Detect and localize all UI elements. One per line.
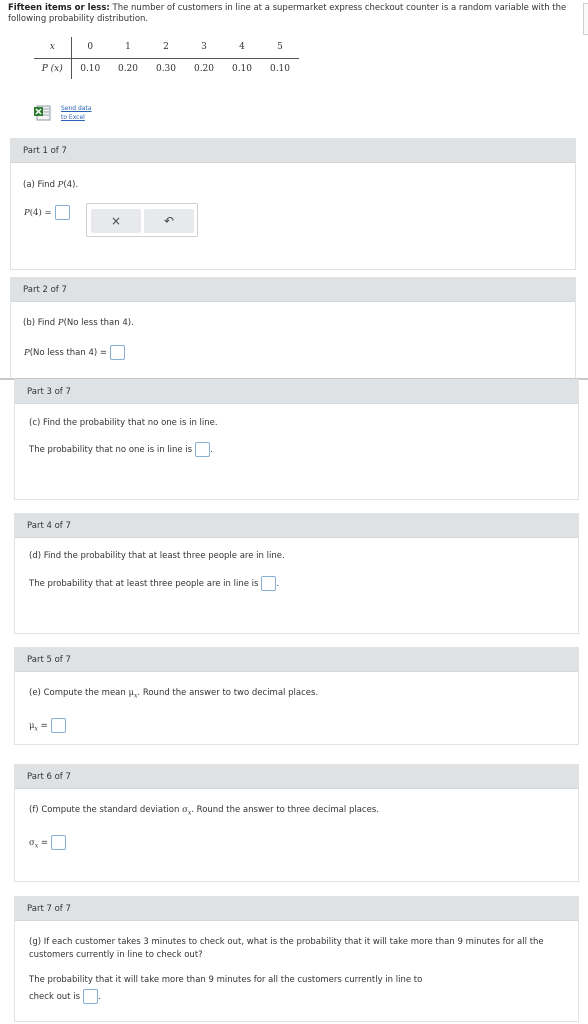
excel-link-line1[interactable]: Send data [61, 104, 92, 113]
part-4-answer-row: The probability that at least three peop… [29, 576, 279, 591]
part-2-answer-row: P(No less than 4) = [24, 345, 126, 360]
clear-button[interactable]: × [91, 209, 141, 233]
part-2-header: Part 2 of 7 [11, 278, 575, 302]
undo-icon: ↶ [163, 214, 175, 228]
problem-intro: Fifteen items or less: The number of cus… [8, 3, 576, 25]
answer-input-mean[interactable] [50, 718, 66, 733]
part-4: Part 4 of 7 (d) Find the probability tha… [14, 513, 579, 634]
part-7-question-line1: (g) If each customer takes 3 minutes to … [29, 937, 544, 947]
x-value: 4 [239, 42, 245, 53]
p-value: 0.10 [261, 57, 299, 79]
x-value: 2 [163, 42, 169, 53]
p-value: 0.10 [71, 57, 109, 79]
excel-icon [34, 105, 51, 121]
part-3: Part 3 of 7 (c) Find the probability tha… [14, 379, 579, 500]
side-panel-edge[interactable] [583, 3, 588, 35]
p-value: 0.30 [147, 57, 185, 79]
part-3-header: Part 3 of 7 [15, 380, 578, 404]
x-value: 0 [87, 42, 94, 53]
part-7-answer-row: check out is. [29, 989, 101, 1004]
p-value: 0.20 [185, 57, 223, 79]
part-6-header: Part 6 of 7 [15, 765, 578, 789]
part-5-question: (e) Compute the mean μx. Round the answe… [29, 688, 319, 700]
part-6-question: (f) Compute the standard deviation σx. R… [29, 805, 379, 817]
answer-input-std-dev[interactable] [51, 835, 67, 850]
part-4-period: . [276, 579, 280, 589]
part-7-period: . [98, 992, 101, 1002]
excel-link-line2[interactable]: to Excel [61, 113, 92, 122]
part-3-answer-row: The probability that no one is in line i… [29, 442, 213, 457]
p-value: 0.10 [223, 57, 261, 79]
answer-input-at-least-three[interactable] [261, 576, 277, 591]
p-value: 0.20 [109, 57, 147, 79]
send-to-excel[interactable]: Send data to Excel [34, 103, 104, 125]
part-7: Part 7 of 7 (g) If each customer takes 3… [14, 896, 579, 1022]
part-7-answer-label: check out is [29, 992, 80, 1002]
part-5-header: Part 5 of 7 [15, 648, 578, 672]
part-1-header: Part 1 of 7 [11, 139, 575, 163]
x-value: 5 [277, 42, 283, 53]
part-6-answer-row: σx = [29, 835, 67, 850]
answer-input-more-than-9-minutes[interactable] [83, 989, 98, 1004]
part-4-answer-label: The probability that at least three peop… [29, 579, 259, 589]
part-7-question-line2: customers currently in line to check out… [29, 950, 203, 960]
answer-toolbar: × ↶ [86, 203, 198, 237]
part-6: Part 6 of 7 (f) Compute the standard dev… [14, 764, 579, 882]
part-7-header: Part 7 of 7 [15, 897, 578, 921]
x-value: 3 [201, 42, 207, 53]
x-label: x [34, 37, 72, 58]
undo-button[interactable]: ↶ [144, 209, 194, 233]
answer-input-p4[interactable] [54, 205, 70, 220]
part-5-answer-row: μx = [29, 718, 66, 733]
part-4-question: (d) Find the probability that at least t… [29, 551, 285, 561]
part-5: Part 5 of 7 (e) Compute the mean μx. Rou… [14, 647, 579, 745]
part-1-question: (a) Find P(4). [23, 180, 79, 190]
answer-input-no-one[interactable] [195, 442, 211, 457]
p-label: P (x) [34, 57, 72, 79]
intro-title: Fifteen items or less: [8, 3, 110, 13]
probability-distribution-table: x 0 1 2 3 4 5 P (x) 0.10 0.20 0.30 0.20 … [34, 37, 299, 79]
x-value: 1 [125, 42, 131, 53]
part-3-answer-label: The probability that no one is in line i… [29, 445, 193, 455]
part-3-period: . [210, 445, 213, 455]
part-4-header: Part 4 of 7 [15, 514, 578, 538]
part-2: Part 2 of 7 (b) Find P(No less than 4). … [10, 277, 576, 379]
answer-input-no-less-than-4[interactable] [110, 345, 126, 360]
part-1-answer-row: P(4) = [24, 205, 70, 220]
close-icon: × [110, 214, 122, 228]
part-2-question: (b) Find P(No less than 4). [23, 318, 134, 328]
part-3-question: (c) Find the probability that no one is … [29, 418, 218, 428]
part-7-answer-line1: The probability that it will take more t… [29, 975, 423, 985]
